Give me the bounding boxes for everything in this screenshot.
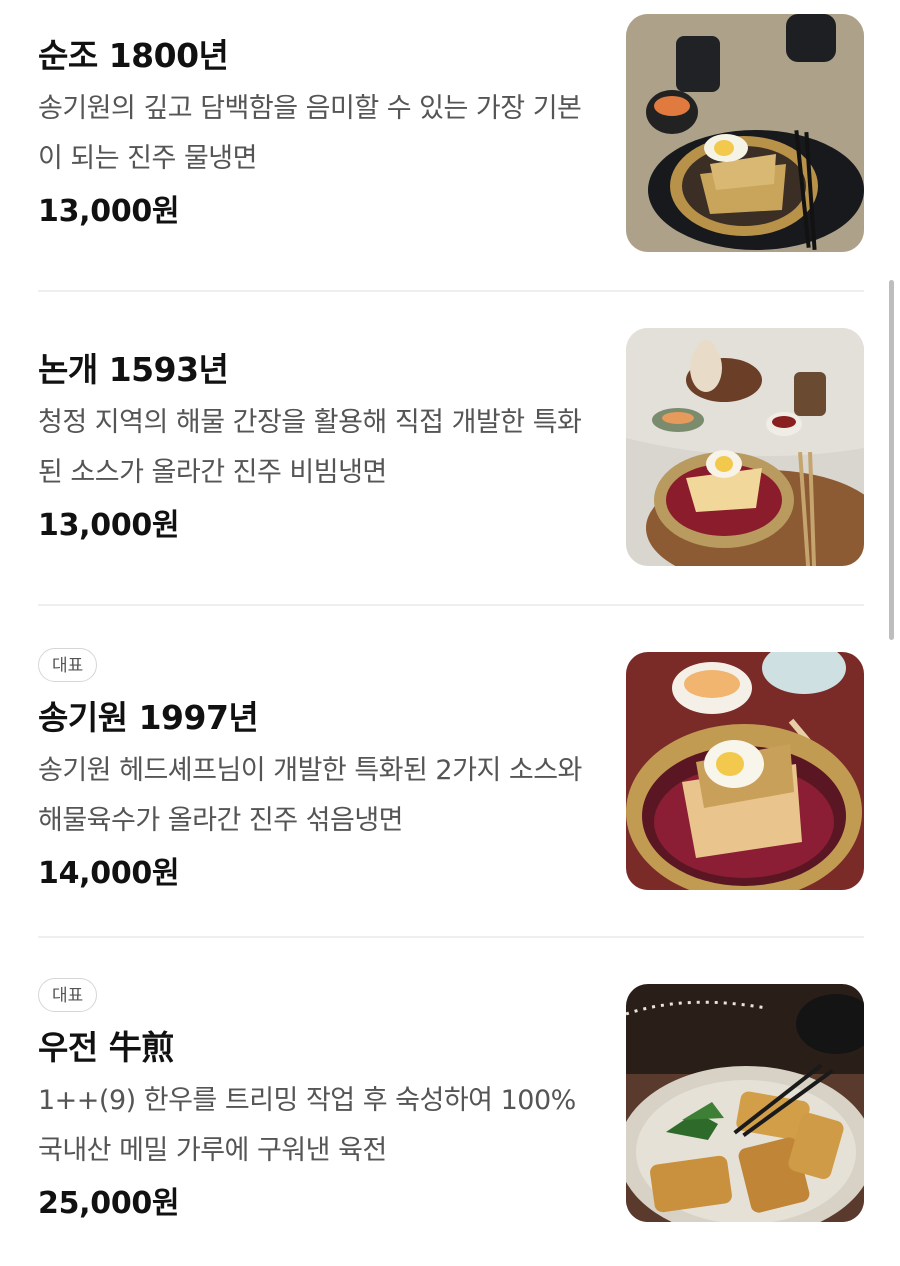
menu-item-price: 14,000원 <box>38 856 180 891</box>
bibim-naengmyeon-photo[interactable] <box>626 328 864 566</box>
menu-item[interactable]: 논개 1593년 청정 지역의 해물 간장을 활용해 직접 개발한 특화된 소스… <box>38 328 864 568</box>
yukjeon-photo[interactable] <box>626 984 864 1222</box>
menu-item-price: 25,000원 <box>38 1186 180 1221</box>
menu-item-description: 청정 지역의 해물 간장을 활용해 직접 개발한 특화된 소스가 올라간 진주 … <box>38 407 582 488</box>
menu-item-text: 대표 송기원 1997년 송기원 헤드셰프님이 개발한 특화된 2가지 소스와 … <box>38 648 598 896</box>
menu-item-description: 송기원 헤드셰프님이 개발한 특화된 2가지 소스와 해물육수가 올라간 진주 … <box>38 755 582 836</box>
menu-item-name: 우전 牛煎 <box>38 1028 174 1067</box>
menu-list: 순조 1800년 송기원의 깊고 담백함을 음미할 수 있는 가장 기본이 되는… <box>0 0 900 1266</box>
menu-item[interactable]: 대표 송기원 1997년 송기원 헤드셰프님이 개발한 특화된 2가지 소스와 … <box>38 648 864 892</box>
menu-item-name: 송기원 1997년 <box>38 698 259 737</box>
menu-item-name: 논개 1593년 <box>38 350 229 389</box>
menu-item[interactable]: 대표 우전 牛煎 1++(9) 한우를 트리밍 작업 후 숙성하여 100% 국… <box>38 978 864 1224</box>
mixed-naengmyeon-photo[interactable] <box>626 652 864 890</box>
signature-badge: 대표 <box>38 978 98 1012</box>
menu-item-price: 13,000원 <box>38 508 180 543</box>
menu-item-text: 대표 우전 牛煎 1++(9) 한우를 트리밍 작업 후 숙성하여 100% 국… <box>38 978 598 1226</box>
mul-naengmyeon-photo[interactable] <box>626 14 864 252</box>
menu-item-text: 순조 1800년 송기원의 깊고 담백함을 음미할 수 있는 가장 기본이 되는… <box>38 34 598 234</box>
menu-item-description: 1++(9) 한우를 트리밍 작업 후 숙성하여 100% 국내산 메밀 가루에… <box>38 1085 576 1166</box>
menu-item-name: 순조 1800년 <box>38 36 229 75</box>
divider <box>38 604 864 606</box>
divider <box>38 936 864 938</box>
scrollbar[interactable] <box>889 280 894 640</box>
signature-badge: 대표 <box>38 648 98 682</box>
menu-item-text: 논개 1593년 청정 지역의 해물 간장을 활용해 직접 개발한 특화된 소스… <box>38 348 598 548</box>
menu-item-description: 송기원의 깊고 담백함을 음미할 수 있는 가장 기본이 되는 진주 물냉면 <box>38 93 582 174</box>
divider <box>38 290 864 292</box>
menu-item-price: 13,000원 <box>38 194 180 229</box>
menu-item[interactable]: 순조 1800년 송기원의 깊고 담백함을 음미할 수 있는 가장 기본이 되는… <box>38 14 864 254</box>
